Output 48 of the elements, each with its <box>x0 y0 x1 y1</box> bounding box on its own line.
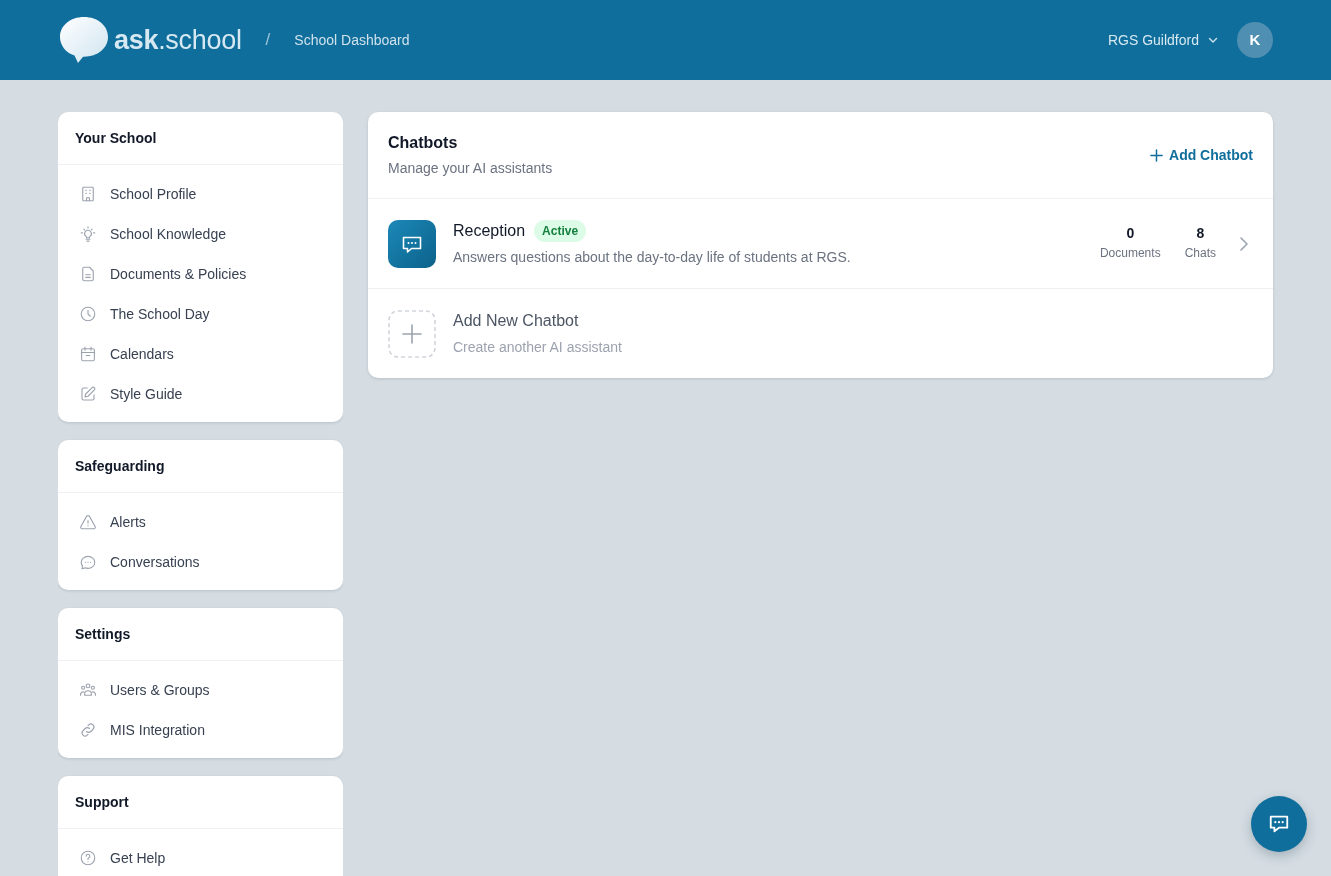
stat-label: Documents <box>1099 245 1161 263</box>
sidebar-item[interactable]: School Profile <box>58 174 343 214</box>
sidebar-item[interactable]: The School Day <box>58 294 343 334</box>
plus-icon <box>1150 148 1163 162</box>
section-title: Safeguarding <box>75 456 165 476</box>
sidebar-item[interactable]: Style Guide <box>58 374 343 414</box>
breadcrumb-separator: / <box>265 29 271 52</box>
pencil-square-icon <box>79 385 97 403</box>
sidebar-item[interactable]: MIS Integration <box>58 710 343 750</box>
section-title: Support <box>75 792 129 812</box>
users-icon <box>79 681 97 699</box>
lightbulb-icon <box>79 225 97 243</box>
chat-icon <box>1268 813 1290 835</box>
calendar-icon <box>79 345 97 363</box>
card-title: Chatbots <box>388 133 459 153</box>
sidebar-item[interactable]: Alerts <box>58 502 343 542</box>
logo-text: ask.school <box>114 26 242 54</box>
chatbot-description: Create another AI assistant <box>453 338 623 357</box>
section-title: Your School <box>75 128 157 148</box>
stat-label: Chats <box>1184 245 1216 263</box>
link-icon <box>79 721 97 739</box>
avatar[interactable]: K <box>1237 22 1273 58</box>
building-icon <box>79 185 97 203</box>
add-chatbot-button[interactable]: Add Chatbot <box>1150 144 1253 166</box>
status-badge: Active <box>534 220 587 242</box>
sidebar-item[interactable]: Documents & Policies <box>58 254 343 294</box>
breadcrumb-text: School Dashboard <box>294 30 410 50</box>
chatbot-name: Add New Chatbot <box>453 311 579 331</box>
sidebar-item[interactable]: Get Help <box>58 838 343 876</box>
warning-icon <box>79 513 97 531</box>
sidebar-item[interactable]: Users & Groups <box>58 670 343 710</box>
speech-bubble-logo-icon <box>58 16 110 64</box>
chatbot-description: Answers questions about the day-to-day life of students at RGS. <box>453 248 852 267</box>
chatbot-name: Reception <box>453 221 526 241</box>
stat-value: 0 <box>1125 224 1136 242</box>
document-icon <box>79 265 97 283</box>
school-selector-button[interactable]: RGS Guildford <box>1107 29 1219 51</box>
card-subtitle: Manage your AI assistants <box>388 159 553 178</box>
sidebar-item[interactable]: Conversations <box>58 542 343 582</box>
help-icon <box>79 849 97 867</box>
sidebar-item[interactable]: Calendars <box>58 334 343 374</box>
clock-icon <box>79 305 97 323</box>
chat-icon[interactable] <box>388 219 436 268</box>
section-title: Settings <box>75 624 131 644</box>
sidebar-item[interactable]: School Knowledge <box>58 214 343 254</box>
stat-value: 8 <box>1195 224 1206 242</box>
chat-launcher-button[interactable] <box>1251 796 1307 852</box>
chat-bubble-icon <box>79 553 97 571</box>
